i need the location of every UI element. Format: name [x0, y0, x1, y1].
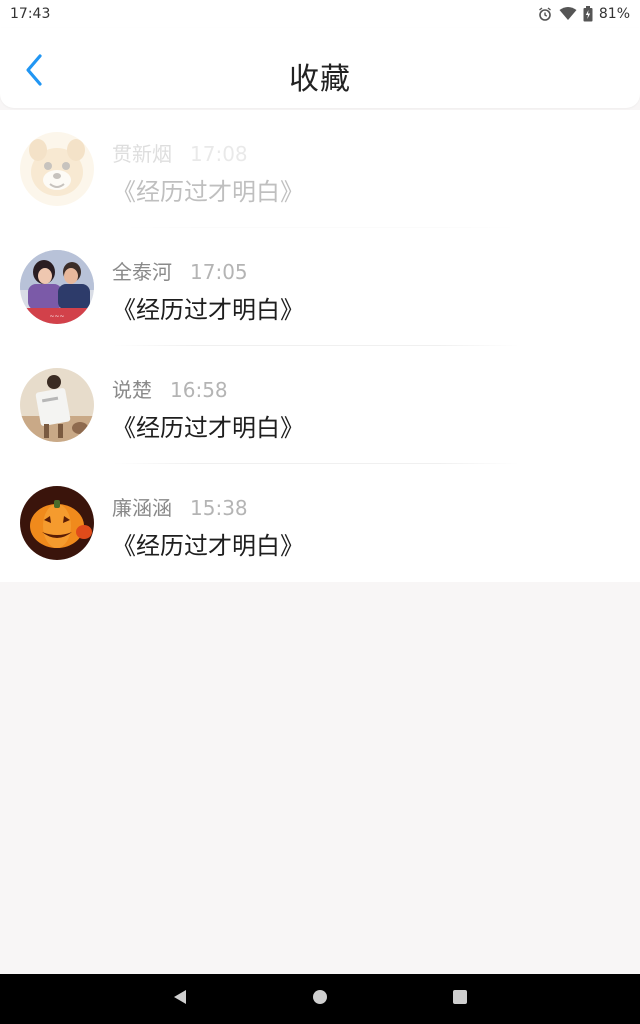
- couple-photo-avatar: ~~~: [20, 250, 94, 324]
- list-item[interactable]: 廉涵涵 15:38 《经历过才明白》: [0, 464, 640, 582]
- song-title: 《经历过才明白》: [112, 178, 304, 206]
- person-photo-avatar: [20, 368, 94, 442]
- song-title: 《经历过才明白》: [112, 296, 304, 324]
- item-meta: 廉涵涵 15:38: [112, 492, 248, 521]
- nav-home-button[interactable]: [305, 984, 335, 1014]
- battery-icon: [583, 6, 593, 22]
- status-bar: 17:43 81%: [0, 0, 640, 28]
- item-meta: 说楚 16:58: [112, 374, 228, 403]
- user-name: 说楚: [112, 378, 152, 402]
- dog-avatar: [20, 132, 94, 206]
- system-nav-bar: [0, 974, 640, 1024]
- user-name: 全泰河: [112, 260, 172, 284]
- alarm-icon: [537, 6, 553, 22]
- home-circle-icon: [311, 988, 329, 1010]
- status-icons: 81%: [537, 6, 630, 22]
- favorites-list: 贯新烟 17:08 《经历过才明白》 ~~~ 全泰河 17:05 《经历过才明白…: [0, 110, 640, 582]
- recents-square-icon: [451, 988, 469, 1010]
- list-item[interactable]: 贯新烟 17:08 《经历过才明白》: [0, 110, 640, 228]
- song-title: 《经历过才明白》: [112, 414, 304, 442]
- user-name: 贯新烟: [112, 142, 172, 166]
- nav-back-button[interactable]: [165, 984, 195, 1014]
- song-title: 《经历过才明白》: [112, 532, 304, 560]
- item-time: 17:08: [190, 142, 248, 166]
- back-triangle-icon: [171, 988, 189, 1010]
- item-meta: 贯新烟 17:08: [112, 138, 248, 167]
- list-item[interactable]: ~~~ 全泰河 17:05 《经历过才明白》: [0, 228, 640, 346]
- battery-level: 81%: [598, 6, 630, 22]
- svg-text:~~~: ~~~: [49, 313, 64, 320]
- app-header: 收藏: [0, 28, 640, 108]
- wifi-icon: [559, 7, 577, 21]
- list-item[interactable]: 说楚 16:58 《经历过才明白》: [0, 346, 640, 464]
- item-time: 16:58: [170, 378, 228, 402]
- user-name: 廉涵涵: [112, 496, 172, 520]
- page-title: 收藏: [289, 62, 351, 97]
- item-time: 15:38: [190, 496, 248, 520]
- item-time: 17:05: [190, 260, 248, 284]
- item-meta: 全泰河 17:05: [112, 256, 248, 285]
- status-time: 17:43: [10, 6, 51, 22]
- nav-recents-button[interactable]: [445, 984, 475, 1014]
- pumpkin-avatar: [20, 486, 94, 560]
